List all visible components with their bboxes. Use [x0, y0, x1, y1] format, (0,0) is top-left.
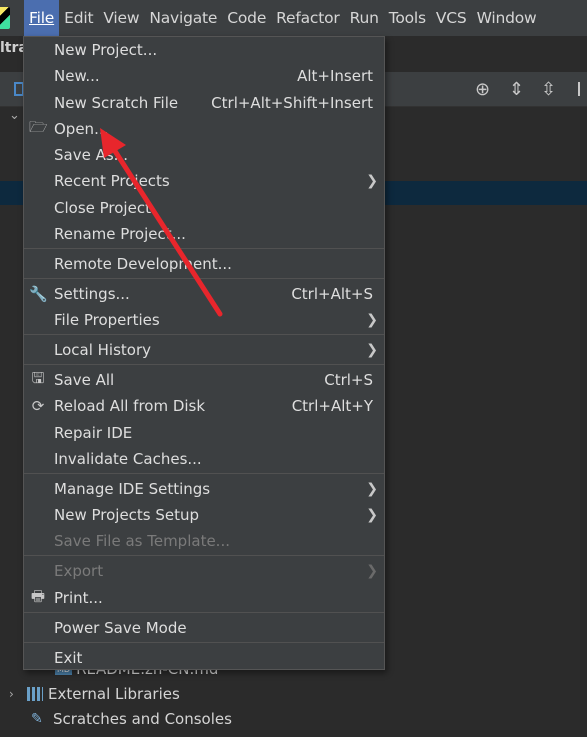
options-icon[interactable]: [578, 82, 584, 96]
menu-item-reload-all-from-disk[interactable]: ⟳ Reload All from Disk Ctrl+Alt+Y: [24, 393, 384, 419]
chevron-right-icon: ❯: [366, 173, 378, 189]
menu-item-local-history[interactable]: Local History ❯: [24, 337, 384, 363]
menu-item-file-properties[interactable]: File Properties ❯: [24, 307, 384, 333]
menu-item-manage-ide-settings[interactable]: Manage IDE Settings ❯: [24, 476, 384, 502]
menu-item-save-all[interactable]: 🖫 Save All Ctrl+S: [24, 367, 384, 393]
tree-item-scratches[interactable]: ✎ Scratches and Consoles: [31, 707, 232, 731]
menu-item-recent-projects[interactable]: Recent Projects ❯: [24, 168, 384, 194]
menu-item-remote-development[interactable]: Remote Development...: [24, 251, 384, 277]
menu-separator: [24, 364, 384, 365]
menu-navigate[interactable]: Navigate: [144, 0, 222, 36]
menu-item-open[interactable]: 🗁 Open...: [24, 116, 384, 142]
menu-item-rename-project[interactable]: Rename Project...: [24, 221, 384, 247]
menu-item-new-scratch-file[interactable]: New Scratch File Ctrl+Alt+Shift+Insert: [24, 90, 384, 116]
menu-item-settings[interactable]: 🔧 Settings... Ctrl+Alt+S: [24, 281, 384, 307]
menu-item-save-as[interactable]: Save As...: [24, 142, 384, 168]
menu-item-print[interactable]: 🖶 Print...: [24, 585, 384, 611]
tree-item-label: Scratches and Consoles: [53, 710, 232, 728]
menu-window[interactable]: Window: [472, 0, 542, 36]
menu-code[interactable]: Code: [222, 0, 271, 36]
menu-item-exit[interactable]: Exit: [24, 645, 384, 671]
chevron-right-icon: ❯: [366, 507, 378, 523]
menu-separator: [24, 334, 384, 335]
file-menu-dropdown: New Project... New... Alt+Insert New Scr…: [23, 36, 385, 670]
tree-item-label: External Libraries: [48, 685, 180, 703]
menu-item-power-save-mode[interactable]: Power Save Mode: [24, 615, 384, 641]
menu-separator: [24, 278, 384, 279]
chevron-down-icon[interactable]: ⌄: [9, 108, 20, 123]
library-icon: [27, 687, 43, 701]
menu-item-export: Export ❯: [54, 562, 378, 580]
printer-icon: 🖶: [30, 586, 46, 605]
wrench-icon: 🔧: [29, 285, 48, 303]
locate-icon[interactable]: ⊕: [475, 79, 490, 100]
menu-item-new-projects-setup[interactable]: New Projects Setup ❯: [24, 502, 384, 528]
menu-view[interactable]: View: [98, 0, 144, 36]
menu-separator: [24, 473, 384, 474]
folder-open-icon: 🗁: [29, 117, 48, 136]
scratches-icon: ✎: [31, 711, 43, 727]
tree-item-external-libraries[interactable]: › External Libraries: [9, 682, 180, 706]
menu-item-new[interactable]: New... Alt+Insert: [24, 63, 384, 89]
menu-item-repair-ide[interactable]: Repair IDE: [24, 420, 384, 446]
menu-refactor[interactable]: Refactor: [271, 0, 344, 36]
chevron-right-icon: ❯: [366, 312, 378, 328]
menu-tools[interactable]: Tools: [384, 0, 431, 36]
chevron-right-icon: ❯: [366, 563, 378, 579]
menu-separator: [24, 248, 384, 249]
app-logo-icon: [0, 7, 10, 29]
menu-item-save-file-as-template: Save File as Template...: [54, 532, 230, 550]
expand-all-icon[interactable]: ⇕: [509, 79, 524, 100]
menu-separator: [24, 642, 384, 643]
menu-item-new-project[interactable]: New Project...: [24, 37, 384, 63]
chevron-right-icon: ❯: [366, 481, 378, 497]
menu-edit[interactable]: Edit: [59, 0, 98, 36]
menu-separator: [24, 555, 384, 556]
main-menu-bar: File Edit View Navigate Code Refactor Ru…: [0, 0, 587, 36]
menu-run[interactable]: Run: [345, 0, 384, 36]
menu-item-invalidate-caches[interactable]: Invalidate Caches...: [24, 446, 384, 472]
refresh-icon: ⟳: [31, 397, 45, 415]
menu-file[interactable]: File: [24, 0, 60, 36]
chevron-right-icon[interactable]: ›: [9, 687, 27, 701]
menu-separator: [24, 612, 384, 613]
menu-item-close-project[interactable]: Close Project: [24, 195, 384, 221]
collapse-all-icon[interactable]: ⇳: [541, 79, 556, 100]
chevron-right-icon: ❯: [366, 342, 378, 358]
save-icon: 🖫: [31, 368, 45, 387]
menu-vcs[interactable]: VCS: [431, 0, 472, 36]
